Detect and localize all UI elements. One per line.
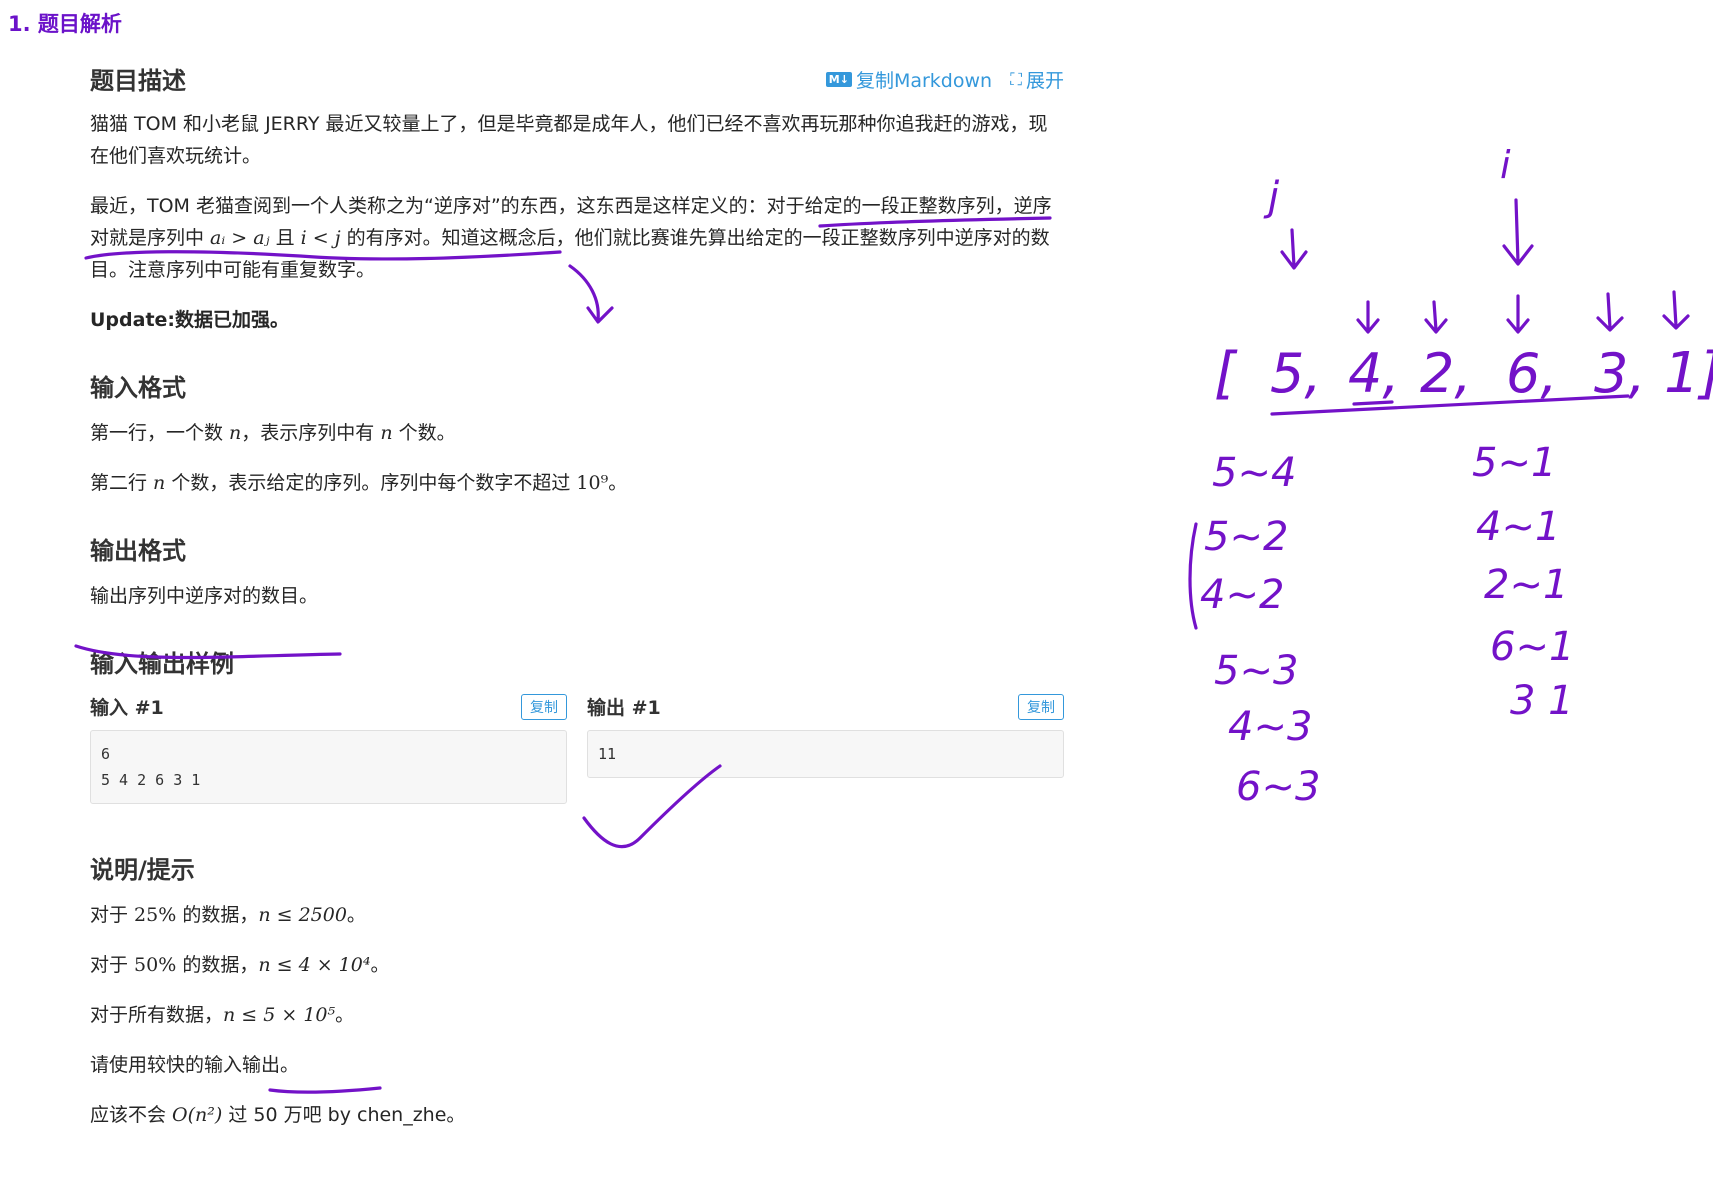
pairs-right: 5~1 4~1 2~1 6~1 3 1 [1472, 440, 1574, 724]
underline-hint3 [268, 1086, 382, 1094]
arrow-1 [1662, 290, 1690, 330]
arrow-3 [1596, 292, 1624, 332]
pair-right-1: 5~1 [1472, 440, 1556, 486]
pair-left-5: 4~3 [1228, 704, 1312, 750]
arrow-6 [1506, 294, 1530, 334]
array-close: 1] [1664, 341, 1713, 406]
array-6: 6, [1506, 342, 1558, 405]
pair-right-3: 2~1 [1484, 562, 1568, 608]
pair-left-6: 6~3 [1236, 764, 1320, 810]
array-4: 4, [1348, 342, 1400, 405]
pair-left-1: 5~4 [1212, 450, 1296, 496]
pair-right-5: 3 1 [1510, 678, 1574, 724]
label-i: i [1500, 143, 1511, 187]
underline-definition-top [818, 216, 1052, 228]
array-2: 2, [1420, 342, 1472, 405]
pair-right-4: 6~1 [1490, 624, 1574, 670]
pair-right-2: 4~1 [1476, 504, 1560, 550]
array-open: [ [1214, 341, 1238, 406]
pair-left-4: 5~3 [1214, 648, 1298, 694]
pairs-left: 5~4 5~2 4~2 5~3 4~3 6~3 [1188, 450, 1320, 810]
arrow-j [1280, 228, 1308, 270]
label-j: j [1263, 174, 1280, 220]
checkmark-output [582, 764, 722, 849]
handwriting-overlay: j i [ 5, 4, 2, 6, 3, 1] 5~4 5~2 4~2 5~3 … [74, 143, 1713, 1094]
array-underline-4 [1352, 400, 1394, 406]
arrow-4 [1356, 300, 1380, 334]
array-5: 5, [1270, 342, 1322, 405]
pair-left-2: 5~2 [1204, 514, 1288, 560]
pair-left-3: 4~2 [1200, 572, 1284, 618]
arrow-2 [1424, 300, 1448, 334]
underline-definition-bottom [84, 250, 562, 261]
arrow-i [1502, 198, 1534, 266]
underline-output-line [74, 644, 342, 660]
pairs-bracket [1188, 522, 1198, 630]
arrow-down-desc [568, 264, 614, 324]
